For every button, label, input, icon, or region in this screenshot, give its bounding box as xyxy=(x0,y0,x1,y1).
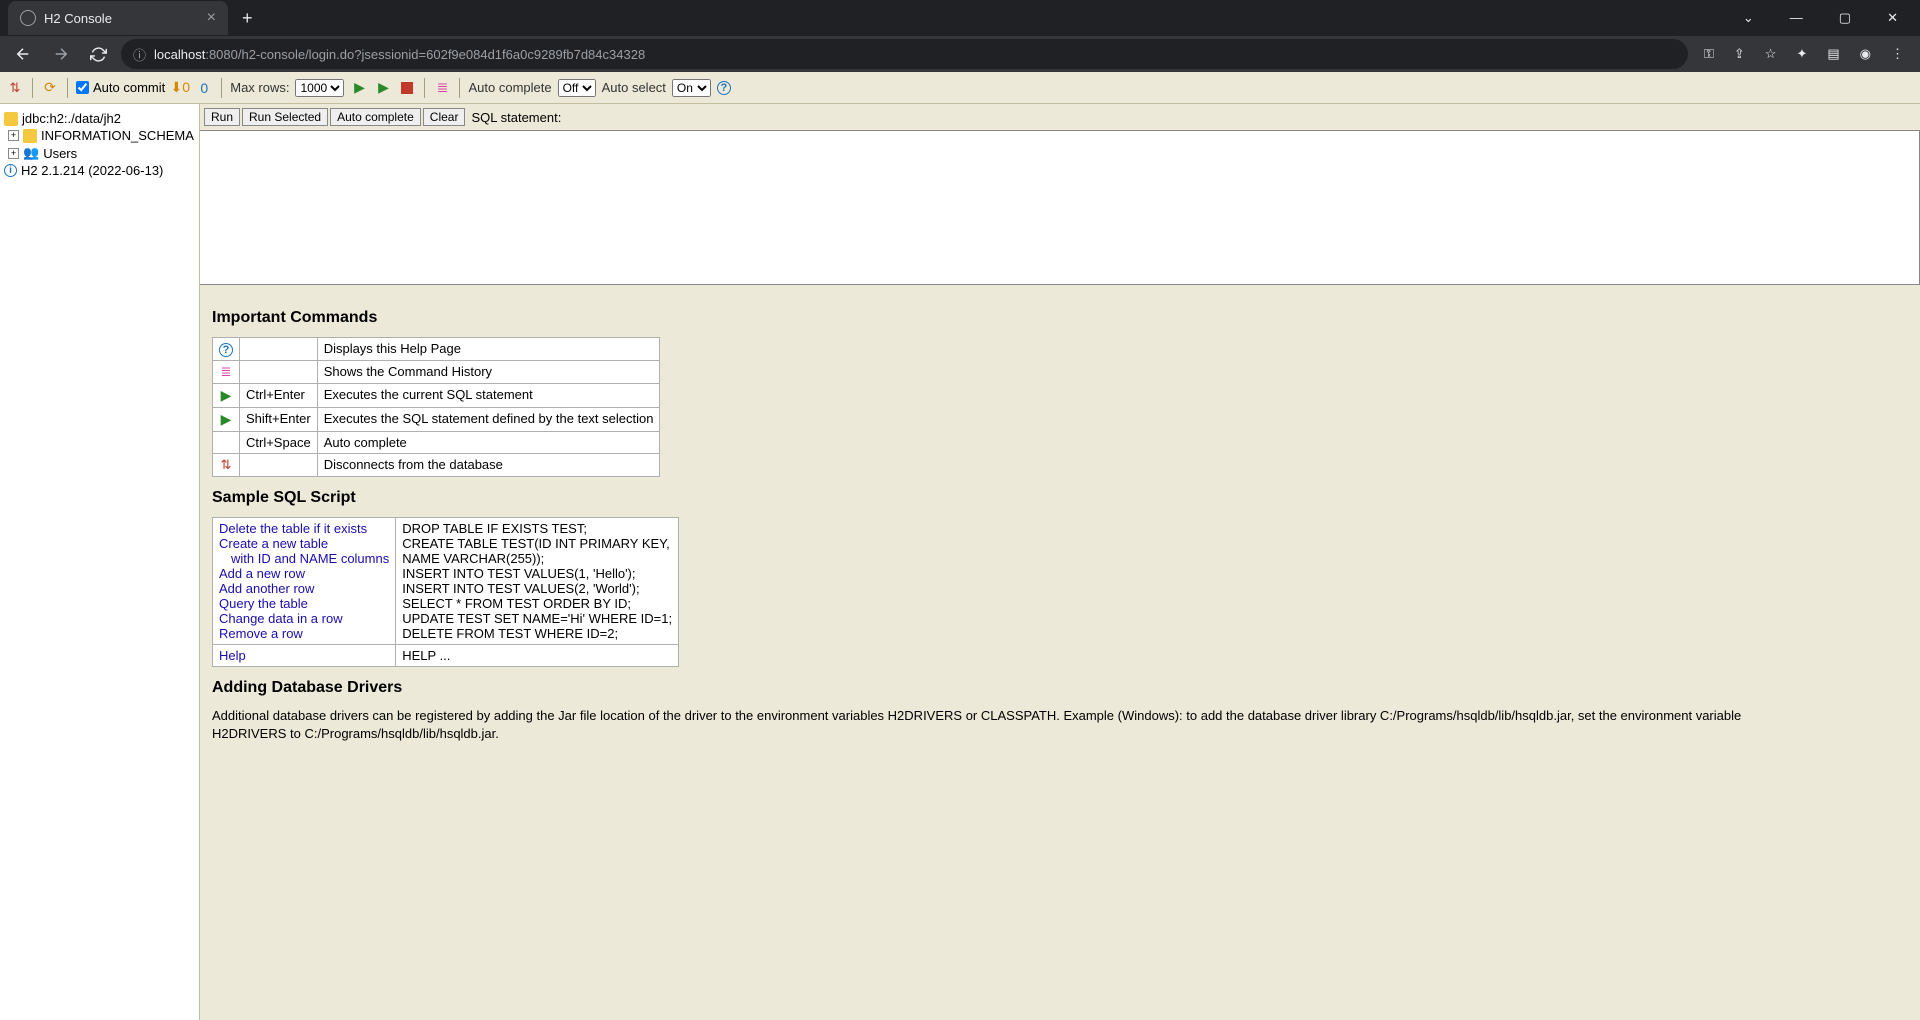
important-commands-heading: Important Commands xyxy=(212,309,1908,327)
table-row: ▶Ctrl+EnterExecutes the current SQL stat… xyxy=(213,384,660,408)
disconnect-icon[interactable]: ⇅ xyxy=(6,79,24,97)
sql-action-bar: Run Run Selected Auto complete Clear SQL… xyxy=(200,104,1920,130)
url-path: :8080/h2-console/login.do?jsessionid=602… xyxy=(205,47,645,62)
run-icon: ▶ xyxy=(221,387,232,403)
forward-button[interactable] xyxy=(46,39,76,69)
tree-db[interactable]: jdbc:h2:./data/jh2 xyxy=(4,110,195,127)
toolbar-right: ⚿ ⇪ ☆ ✦ ▤ ◉ ⋮ xyxy=(1696,40,1912,68)
reload-button[interactable] xyxy=(84,40,113,69)
help-link[interactable]: Help xyxy=(213,645,396,667)
minimize-icon[interactable]: ― xyxy=(1776,2,1817,34)
menu-icon[interactable]: ⋮ xyxy=(1883,40,1912,68)
run-button[interactable]: Run xyxy=(204,108,240,126)
tree-users[interactable]: + 👥 Users xyxy=(4,144,195,162)
schema-label: INFORMATION_SCHEMA xyxy=(41,128,194,143)
run-icon[interactable]: ▶ xyxy=(350,79,368,97)
table-row: ?Displays this Help Page xyxy=(213,338,660,361)
run-selected-icon[interactable]: ▶ xyxy=(374,79,392,97)
table-row: Help HELP ... xyxy=(213,645,679,667)
run-selected-button[interactable]: Run Selected xyxy=(242,108,328,126)
expand-icon[interactable]: + xyxy=(8,148,19,159)
stop-icon[interactable] xyxy=(398,79,416,97)
version-label: H2 2.1.214 (2022-06-13) xyxy=(21,163,163,178)
key-icon[interactable]: ⚿ xyxy=(1696,40,1722,68)
sample-script-table: Delete the table if it exists Create a n… xyxy=(212,517,679,667)
table-row: Ctrl+SpaceAuto complete xyxy=(213,432,660,454)
database-icon xyxy=(4,112,18,126)
extensions-icon[interactable]: ✦ xyxy=(1788,40,1815,68)
back-button[interactable] xyxy=(8,39,38,69)
maxrows-select[interactable]: 1000 xyxy=(295,79,344,97)
autocommit-checkbox[interactable]: Auto commit xyxy=(76,80,165,95)
sidepanel-icon[interactable]: ▤ xyxy=(1819,40,1847,68)
db-url: jdbc:h2:./data/jh2 xyxy=(22,111,121,126)
sql-statement-label: SQL statement: xyxy=(471,110,561,125)
sample-links[interactable]: Delete the table if it exists Create a n… xyxy=(213,518,396,645)
chevron-down-icon[interactable]: ⌄ xyxy=(1729,2,1768,34)
autocommit-label: Auto commit xyxy=(93,80,165,95)
tab-bar: H2 Console × + ⌄ ― ▢ ✕ xyxy=(0,0,1920,36)
help-icon: ? xyxy=(219,343,233,357)
address-bar[interactable]: ⓘ localhost:8080/h2-console/login.do?jse… xyxy=(121,39,1688,69)
users-icon: 👥 xyxy=(23,145,39,161)
clear-button[interactable]: Clear xyxy=(423,108,466,126)
sql-editor[interactable] xyxy=(200,130,1920,285)
help-sql: HELP ... xyxy=(396,645,679,667)
close-window-icon[interactable]: ✕ xyxy=(1873,2,1912,34)
help-icon[interactable]: ? xyxy=(717,81,731,95)
close-tab-icon[interactable]: × xyxy=(207,9,216,27)
folder-icon xyxy=(23,129,37,143)
globe-icon xyxy=(20,10,36,26)
browser-chrome: H2 Console × + ⌄ ― ▢ ✕ ⓘ localhost:8080/… xyxy=(0,0,1920,72)
h2-toolbar: ⇅ ⟳ Auto commit ⬇0 0 Max rows: 1000 ▶ ▶ … xyxy=(0,72,1920,104)
url-host: localhost xyxy=(154,47,205,62)
content-area: Run Run Selected Auto complete Clear SQL… xyxy=(200,104,1920,1020)
window-controls: ⌄ ― ▢ ✕ xyxy=(1729,2,1920,34)
tree-version[interactable]: i H2 2.1.214 (2022-06-13) xyxy=(4,162,195,179)
tree-sidebar: jdbc:h2:./data/jh2 + INFORMATION_SCHEMA … xyxy=(0,104,200,1020)
maxrows-label: Max rows: xyxy=(230,80,289,95)
info-icon: ⓘ xyxy=(133,45,146,64)
autocomplete-button[interactable]: Auto complete xyxy=(330,108,421,126)
autoselect-label: Auto select xyxy=(602,80,666,95)
star-icon[interactable]: ☆ xyxy=(1757,40,1785,68)
drivers-heading: Adding Database Drivers xyxy=(212,679,1908,697)
share-icon[interactable]: ⇪ xyxy=(1726,40,1753,68)
maximize-icon[interactable]: ▢ xyxy=(1825,2,1865,34)
tree-schema[interactable]: + INFORMATION_SCHEMA xyxy=(4,127,195,144)
tab-title: H2 Console xyxy=(44,11,112,26)
sample-sql: DROP TABLE IF EXISTS TEST; CREATE TABLE … xyxy=(396,518,679,645)
run-selected-icon: ▶ xyxy=(221,411,232,427)
profile-icon[interactable]: ◉ xyxy=(1852,40,1879,68)
result-area: Important Commands ?Displays this Help P… xyxy=(200,285,1920,755)
table-row: ≣Shows the Command History xyxy=(213,361,660,384)
browser-tab[interactable]: H2 Console × xyxy=(8,1,228,35)
refresh-icon[interactable]: ⟳ xyxy=(41,79,59,97)
users-label: Users xyxy=(43,146,77,161)
drivers-text: Additional database drivers can be regis… xyxy=(212,707,1792,743)
autoselect-select[interactable]: On xyxy=(672,79,711,97)
autocommit-input[interactable] xyxy=(76,81,89,94)
table-row: Delete the table if it exists Create a n… xyxy=(213,518,679,645)
sample-script-heading: Sample SQL Script xyxy=(212,489,1908,507)
important-commands-table: ?Displays this Help Page ≣Shows the Comm… xyxy=(212,337,660,477)
nav-bar: ⓘ localhost:8080/h2-console/login.do?jse… xyxy=(0,36,1920,72)
disconnect-icon: ⇅ xyxy=(221,457,232,472)
info-icon: i xyxy=(4,164,17,177)
commit-icon[interactable]: ⬇0 xyxy=(171,79,189,97)
expand-icon[interactable]: + xyxy=(8,130,19,141)
autocomplete-select[interactable]: Off xyxy=(558,79,596,97)
rollback-icon[interactable]: 0 xyxy=(195,79,213,97)
h2-console: ⇅ ⟳ Auto commit ⬇0 0 Max rows: 1000 ▶ ▶ … xyxy=(0,72,1920,1020)
history-icon[interactable]: ≣ xyxy=(433,79,451,97)
new-tab-button[interactable]: + xyxy=(228,8,267,29)
history-icon: ≣ xyxy=(221,364,232,379)
autocomplete-label: Auto complete xyxy=(468,80,551,95)
table-row: ▶Shift+EnterExecutes the SQL statement d… xyxy=(213,408,660,432)
table-row: ⇅Disconnects from the database xyxy=(213,454,660,477)
main-split: jdbc:h2:./data/jh2 + INFORMATION_SCHEMA … xyxy=(0,104,1920,1020)
